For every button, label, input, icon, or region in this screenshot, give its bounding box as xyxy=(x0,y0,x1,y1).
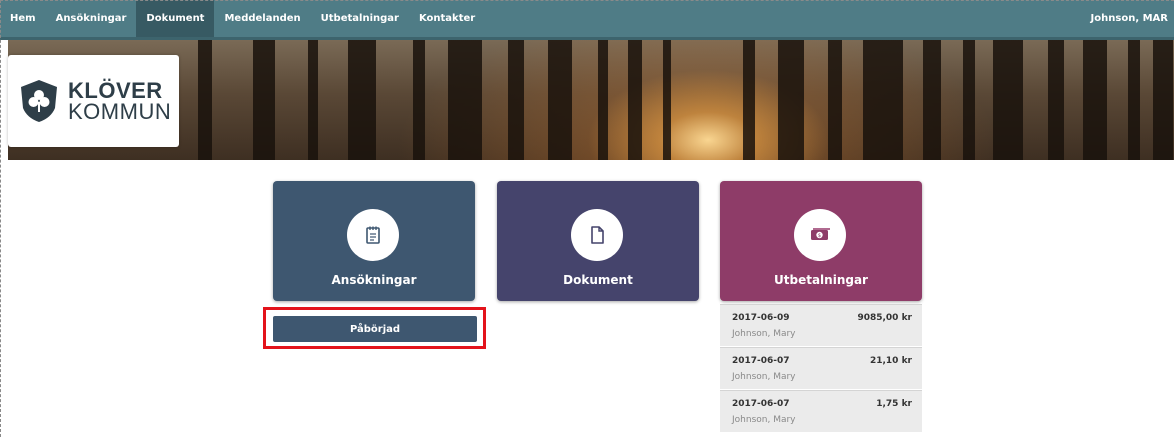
payment-recipient: Johnson, Mary xyxy=(732,329,796,339)
logo-line-2: KOMMUN xyxy=(68,99,172,124)
tile-label: Ansökningar xyxy=(331,273,417,287)
payment-recipient: Johnson, Mary xyxy=(732,372,796,382)
payment-list-item[interactable]: 2017-06-07 21,10 kr Johnson, Mary xyxy=(720,347,922,389)
annotation-highlight-box xyxy=(263,307,486,349)
tile-label: Dokument xyxy=(563,273,633,287)
payment-amount: 21,10 kr xyxy=(869,356,912,366)
payment-amount: 1,75 kr xyxy=(876,399,912,409)
payment-date: 2017-06-09 xyxy=(732,313,790,323)
nav-item-dokument[interactable]: Dokument xyxy=(136,0,215,37)
user-menu[interactable]: Johnson, MAR xyxy=(1091,13,1174,24)
tile-icon-circle: $ xyxy=(794,209,846,261)
payment-list-item[interactable]: 2017-06-09 9085,00 kr Johnson, Mary xyxy=(720,304,922,346)
payment-amount: 9085,00 kr xyxy=(857,313,912,323)
tile-ansokningar[interactable]: Ansökningar xyxy=(273,181,475,301)
nav-item-meddelanden[interactable]: Meddelanden xyxy=(214,0,310,37)
hero-banner-image xyxy=(8,40,1174,160)
nav-item-hem[interactable]: Hem xyxy=(0,0,46,37)
svg-text:$: $ xyxy=(818,233,821,239)
municipality-logo[interactable]: KLÖVER KOMMUN xyxy=(8,55,179,147)
nav-item-ansokningar[interactable]: Ansökningar xyxy=(46,0,137,37)
payment-recipient: Johnson, Mary xyxy=(732,415,796,425)
tile-icon-circle xyxy=(571,209,623,261)
tile-utbetalningar[interactable]: $ Utbetalningar xyxy=(720,181,922,301)
payment-date: 2017-06-07 xyxy=(732,399,790,409)
logo-text: KLÖVER KOMMUN xyxy=(68,78,172,124)
tile-label: Utbetalningar xyxy=(774,273,868,287)
top-navigation: Hem Ansökningar Dokument Meddelanden Utb… xyxy=(0,0,1174,40)
tile-icon-circle xyxy=(347,209,399,261)
money-icon: $ xyxy=(811,228,830,240)
document-icon xyxy=(591,226,604,244)
logo-line-1: KLÖVER xyxy=(68,78,163,103)
notepad-icon xyxy=(366,226,380,244)
clover-shield-icon xyxy=(21,80,57,122)
nav-item-kontakter[interactable]: Kontakter xyxy=(409,0,485,37)
payment-list-item[interactable]: 2017-06-07 1,75 kr Johnson, Mary xyxy=(720,390,922,432)
payment-date: 2017-06-07 xyxy=(732,356,790,366)
tile-dokument[interactable]: Dokument xyxy=(497,181,699,301)
nav-item-utbetalningar[interactable]: Utbetalningar xyxy=(311,0,409,37)
